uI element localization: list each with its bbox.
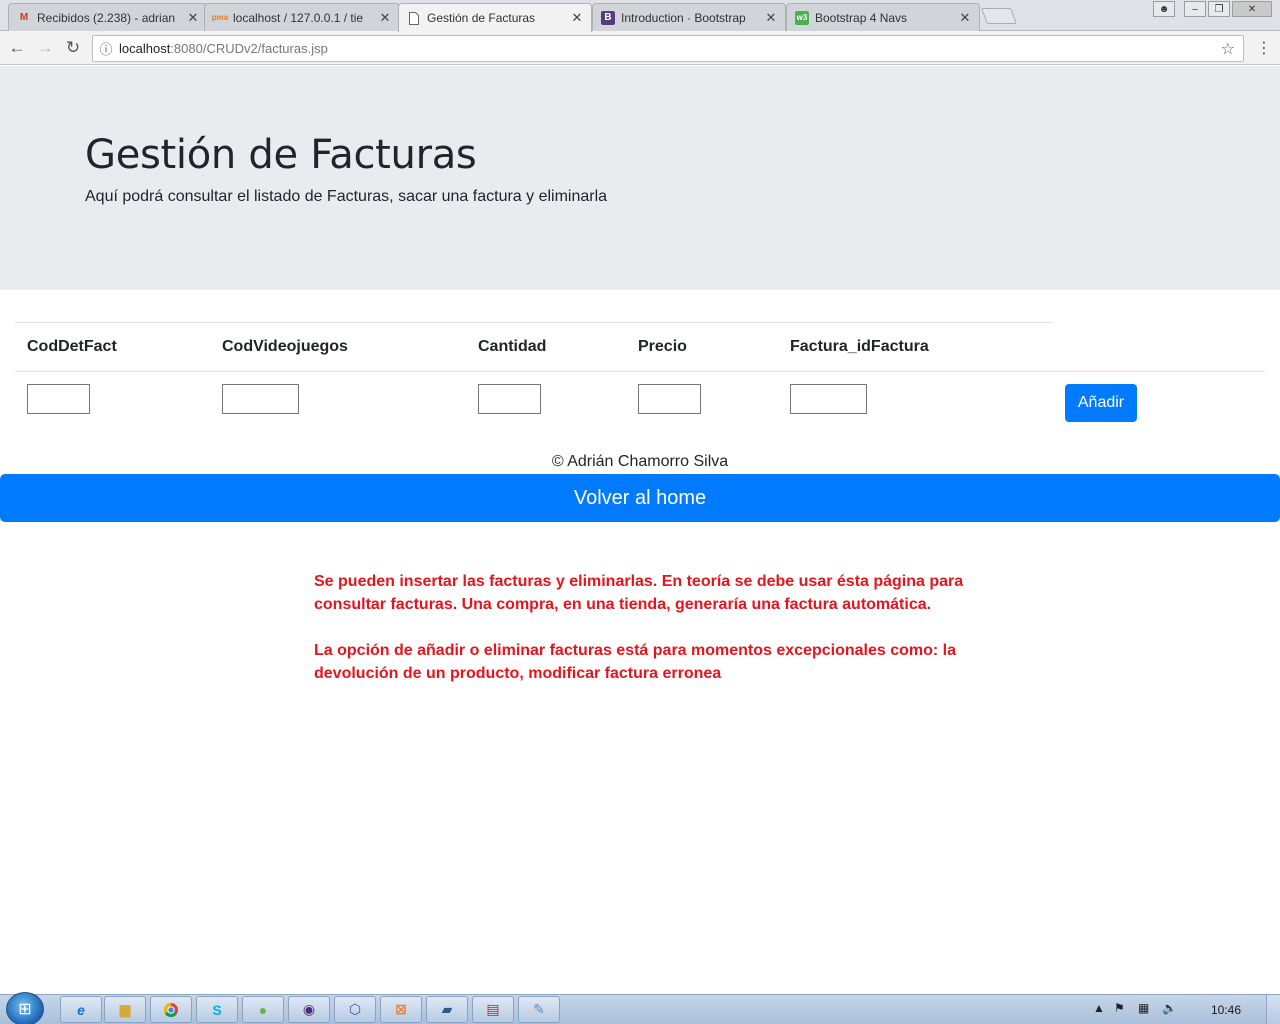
clock[interactable]: 10:46 [1211, 1003, 1241, 1017]
pdf-reader-icon[interactable]: ▤ [472, 996, 514, 1023]
info-icon[interactable]: ⓘ [93, 39, 119, 58]
w3schools-icon: w3 [795, 10, 809, 25]
eclipse-icon[interactable]: ◉ [288, 996, 330, 1023]
cantidad-input[interactable] [478, 384, 541, 414]
paint-icon[interactable]: ✎ [518, 996, 560, 1023]
codvideojuegos-input[interactable] [222, 384, 299, 414]
tab-bootstrap-navs[interactable]: w3 Bootstrap 4 Navs ✕ [786, 3, 980, 31]
file-explorer-icon[interactable]: ▆ [104, 996, 146, 1023]
tab-phpmyadmin[interactable]: pma localhost / 127.0.0.1 / tie ✕ [204, 3, 400, 31]
forward-icon[interactable]: → [34, 37, 56, 59]
tab-gmail[interactable]: M Recibidos (2.238) - adrian ✕ [8, 3, 208, 31]
tab-label: Recibidos (2.238) - adrian [37, 10, 176, 25]
browser-tabstrip: M Recibidos (2.238) - adrian ✕ pma local… [0, 0, 1280, 32]
close-window-button[interactable]: ✕ [1232, 1, 1272, 17]
close-icon[interactable]: ✕ [379, 10, 391, 26]
header-precio: Precio [638, 338, 687, 355]
profile-icon[interactable]: ☻ [1153, 1, 1175, 17]
skype-icon[interactable]: S [196, 996, 238, 1023]
page-subtitle: Aquí podrá consultar el listado de Factu… [85, 188, 608, 205]
tab-label: Gestión de Facturas [427, 11, 536, 25]
browser-menu-icon[interactable]: ⋮ [1256, 38, 1272, 58]
header-cantidad: Cantidad [478, 338, 547, 355]
network-icon[interactable]: ▦ [1138, 1001, 1149, 1015]
virtualbox-icon[interactable]: ⬡ [334, 996, 376, 1023]
header-coddetfact: CodDetFact [27, 338, 117, 355]
header-factura-idfactura: Factura_idFactura [790, 338, 929, 355]
show-hidden-icons[interactable]: ▲ [1093, 1001, 1105, 1015]
precio-input[interactable] [638, 384, 701, 414]
tab-label: localhost / 127.0.0.1 / tie [233, 10, 364, 25]
page-icon [407, 11, 421, 25]
url-path: :8080/CRUDv2/facturas.jsp [170, 41, 328, 56]
note-paragraph: La opción de añadir o eliminar facturas … [314, 642, 956, 682]
address-bar[interactable]: ⓘ localhost:8080/CRUDv2/facturas.jsp ☆ [92, 35, 1244, 62]
close-icon[interactable]: ✕ [571, 10, 583, 26]
coddetfact-input[interactable] [27, 384, 90, 414]
reload-icon[interactable]: ↻ [62, 37, 84, 59]
minimize-button[interactable]: – [1184, 1, 1206, 17]
internet-explorer-icon[interactable]: e [60, 996, 102, 1023]
restore-button[interactable]: ❐ [1208, 1, 1230, 17]
table-header-border [15, 371, 1265, 372]
tab-label: Introduction · Bootstrap [621, 10, 746, 25]
url-host: localhost [119, 41, 171, 56]
volume-icon[interactable]: 🔈 [1162, 1001, 1177, 1015]
browser-toolbar: ← → ↻ ⓘ localhost:8080/CRUDv2/facturas.j… [0, 31, 1280, 65]
jumbotron: Gestión de Facturas Aquí podrá consultar… [0, 66, 1280, 290]
copyright-text: © Adrián Chamorro Silva [551, 453, 729, 470]
tab-label: Bootstrap 4 Navs [815, 10, 908, 25]
close-icon[interactable]: ✕ [187, 10, 199, 26]
show-desktop-button[interactable] [1266, 995, 1280, 1024]
close-icon[interactable]: ✕ [765, 10, 777, 26]
note-paragraph: Se pueden insertar las facturas y elimin… [314, 573, 964, 613]
home-button[interactable]: Volver al home [0, 474, 1280, 522]
bookmark-star-icon[interactable]: ☆ [1221, 39, 1235, 59]
windows-taskbar: ⊞ e ▆ S ● ◉ ⬡ ⊠ ▰ ▤ ✎ ▲ ⚑ ▦ 🔈 10:46 [0, 992, 1280, 1024]
table-top-border [15, 322, 1053, 323]
new-tab-button[interactable] [981, 8, 1017, 24]
tab-gestion-facturas[interactable]: Gestión de Facturas ✕ [398, 3, 592, 32]
phpmyadmin-icon: pma [211, 13, 229, 22]
tab-bootstrap-intro[interactable]: B Introduction · Bootstrap ✕ [592, 3, 786, 31]
action-center-icon[interactable]: ⚑ [1114, 1001, 1125, 1015]
add-button[interactable]: Añadir [1065, 384, 1137, 422]
xampp-icon[interactable]: ⊠ [380, 996, 422, 1023]
factura-idfactura-input[interactable] [790, 384, 867, 414]
header-codvideojuegos: CodVideojuegos [222, 338, 348, 355]
mysql-workbench-icon[interactable]: ▰ [426, 996, 468, 1023]
close-icon[interactable]: ✕ [959, 10, 971, 26]
page-title: Gestión de Facturas [85, 132, 477, 178]
bootstrap-icon: B [601, 10, 615, 25]
back-icon[interactable]: ← [6, 37, 28, 59]
gmail-icon: M [19, 12, 29, 23]
chrome-icon[interactable] [150, 996, 192, 1023]
spring-tool-icon[interactable]: ● [242, 996, 284, 1023]
start-button[interactable]: ⊞ [6, 992, 44, 1024]
